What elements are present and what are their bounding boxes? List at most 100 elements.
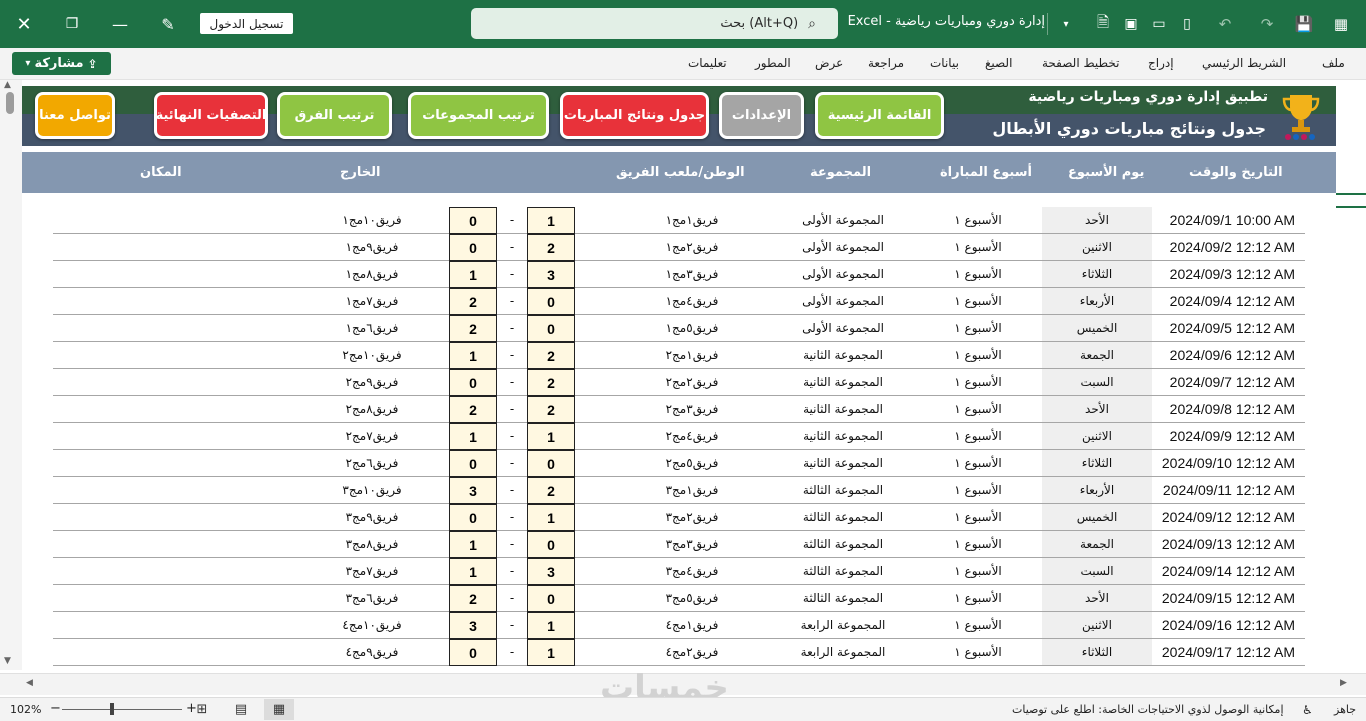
table-row[interactable]: 2024/09/15 12:12 AM الأحد الأسبوع ١ المجموع…: [53, 585, 1305, 612]
home-score[interactable]: 1: [527, 639, 575, 666]
away-team[interactable]: فريق٧مج٣: [307, 558, 437, 584]
match-group[interactable]: المجموعة الثالثة: [773, 477, 913, 503]
main-menu-button[interactable]: القائمة الرئيسية: [815, 92, 944, 139]
selected-cell[interactable]: [1336, 193, 1366, 208]
home-score[interactable]: 2: [527, 369, 575, 396]
tab-insert[interactable]: إدراج: [1148, 56, 1174, 70]
away-score[interactable]: 3: [449, 612, 497, 639]
away-team[interactable]: فريق١٠مج٣: [307, 477, 437, 503]
match-group[interactable]: المجموعة الثالثة: [773, 585, 913, 611]
home-team[interactable]: فريق٣مج٢: [627, 396, 757, 422]
vertical-scrollbar[interactable]: ▲ ▼: [0, 80, 22, 670]
zoom-level[interactable]: 102%: [10, 703, 41, 716]
away-team[interactable]: فريق٦مج١: [307, 315, 437, 341]
home-team[interactable]: فريق١مج٣: [627, 477, 757, 503]
match-week[interactable]: الأسبوع ١: [928, 288, 1028, 314]
normal-view-icon[interactable]: ▦: [264, 699, 294, 720]
home-team[interactable]: فريق٣مج١: [627, 261, 757, 287]
tab-file[interactable]: ملف: [1322, 56, 1345, 70]
match-group[interactable]: المجموعة الثانية: [773, 450, 913, 476]
match-group[interactable]: المجموعة الثالثة: [773, 531, 913, 557]
away-team[interactable]: فريق١٠مج٢: [307, 342, 437, 368]
settings-button[interactable]: الإعدادات: [719, 92, 804, 139]
schedule-results-button[interactable]: جدول ونتائج المباريات: [560, 92, 709, 139]
away-team[interactable]: فريق٦مج٣: [307, 585, 437, 611]
match-week[interactable]: الأسبوع ١: [928, 369, 1028, 395]
match-day[interactable]: الاثنين: [1042, 234, 1152, 260]
home-score[interactable]: 0: [527, 450, 575, 477]
match-group[interactable]: المجموعة الأولى: [773, 207, 913, 233]
restore-icon[interactable]: ❐: [58, 12, 86, 36]
match-week[interactable]: الأسبوع ١: [928, 261, 1028, 287]
match-week[interactable]: الأسبوع ١: [928, 612, 1028, 638]
match-day[interactable]: الجمعة: [1042, 531, 1152, 557]
home-team[interactable]: فريق٥مج٣: [627, 585, 757, 611]
away-team[interactable]: فريق١٠مج١: [307, 207, 437, 233]
away-team[interactable]: فريق١٠مج٤: [307, 612, 437, 638]
match-datetime[interactable]: 2024/09/3 12:12 AM: [1153, 261, 1305, 287]
contact-button[interactable]: تواصل معنا: [35, 92, 115, 139]
signin-button[interactable]: تسجيل الدخول: [200, 13, 293, 34]
away-score[interactable]: 0: [449, 639, 497, 666]
home-team[interactable]: فريق٥مج٢: [627, 450, 757, 476]
away-score[interactable]: 0: [449, 369, 497, 396]
home-team[interactable]: فريق٤مج٣: [627, 558, 757, 584]
match-group[interactable]: المجموعة الثانية: [773, 369, 913, 395]
scroll-down-icon[interactable]: ▼: [4, 656, 11, 666]
home-score[interactable]: 0: [527, 585, 575, 612]
home-score[interactable]: 3: [527, 558, 575, 585]
away-team[interactable]: فريق٩مج٣: [307, 504, 437, 530]
match-group[interactable]: المجموعة الأولى: [773, 234, 913, 260]
match-datetime[interactable]: 2024/09/6 12:12 AM: [1153, 342, 1305, 368]
away-score[interactable]: 0: [449, 234, 497, 261]
match-day[interactable]: الأحد: [1042, 585, 1152, 611]
minimize-icon[interactable]: —: [106, 12, 134, 36]
match-day[interactable]: الأربعاء: [1042, 288, 1152, 314]
table-row[interactable]: 2024/09/1 10:00 AM الأحد الأسبوع ١ المجموعة…: [53, 207, 1305, 234]
match-datetime[interactable]: 2024/09/14 12:12 AM: [1153, 558, 1305, 584]
home-score[interactable]: 0: [527, 531, 575, 558]
match-datetime[interactable]: 2024/09/10 12:12 AM: [1153, 450, 1305, 476]
away-team[interactable]: فريق٨مج٣: [307, 531, 437, 557]
away-score[interactable]: 0: [449, 504, 497, 531]
home-score[interactable]: 1: [527, 207, 575, 234]
match-day[interactable]: الأحد: [1042, 207, 1152, 233]
match-week[interactable]: الأسبوع ١: [928, 585, 1028, 611]
zoom-slider[interactable]: [62, 709, 182, 710]
match-group[interactable]: المجموعة الثانية: [773, 423, 913, 449]
table-row[interactable]: 2024/09/7 12:12 AM السبت الأسبوع ١ المجموعة…: [53, 369, 1305, 396]
home-team[interactable]: فريق٢مج٣: [627, 504, 757, 530]
away-score[interactable]: 2: [449, 585, 497, 612]
home-score[interactable]: 3: [527, 261, 575, 288]
scroll-left-icon[interactable]: ◀: [26, 678, 33, 688]
match-datetime[interactable]: 2024/09/9 12:12 AM: [1153, 423, 1305, 449]
table-row[interactable]: 2024/09/8 12:12 AM الأحد الأسبوع ١ المجموعة…: [53, 396, 1305, 423]
home-score[interactable]: 0: [527, 315, 575, 342]
match-day[interactable]: الجمعة: [1042, 342, 1152, 368]
home-score[interactable]: 1: [527, 423, 575, 450]
scroll-up-icon[interactable]: ▲: [4, 80, 11, 90]
away-team[interactable]: فريق٩مج٢: [307, 369, 437, 395]
table-row[interactable]: 2024/09/13 12:12 AM الجمعة الأسبوع ١ المجمو…: [53, 531, 1305, 558]
away-score[interactable]: 2: [449, 315, 497, 342]
zoom-out-button[interactable]: −: [50, 701, 61, 716]
tab-formulas[interactable]: الصيغ: [985, 56, 1012, 70]
match-week[interactable]: الأسبوع ١: [928, 315, 1028, 341]
home-team[interactable]: فريق٢مج٢: [627, 369, 757, 395]
file-icon[interactable]: 🗎: [1092, 12, 1114, 36]
match-group[interactable]: المجموعة الثانية: [773, 342, 913, 368]
away-score[interactable]: 0: [449, 207, 497, 234]
match-group[interactable]: المجموعة الثالثة: [773, 504, 913, 530]
table-row[interactable]: 2024/09/3 12:12 AM الثلاثاء الأسبوع ١ المجم…: [53, 261, 1305, 288]
away-team[interactable]: فريق٩مج٤: [307, 639, 437, 665]
match-datetime[interactable]: 2024/09/13 12:12 AM: [1153, 531, 1305, 557]
match-group[interactable]: المجموعة الأولى: [773, 261, 913, 287]
home-score[interactable]: 1: [527, 504, 575, 531]
match-datetime[interactable]: 2024/09/7 12:12 AM: [1153, 369, 1305, 395]
tab-page-layout[interactable]: تخطيط الصفحة: [1042, 56, 1119, 70]
match-day[interactable]: الثلاثاء: [1042, 639, 1152, 665]
match-group[interactable]: المجموعة الأولى: [773, 315, 913, 341]
home-score[interactable]: 0: [527, 288, 575, 315]
home-team[interactable]: فريق٢مج١: [627, 234, 757, 260]
table-row[interactable]: 2024/09/16 12:12 AM الاثنين الأسبوع ١ المجم…: [53, 612, 1305, 639]
